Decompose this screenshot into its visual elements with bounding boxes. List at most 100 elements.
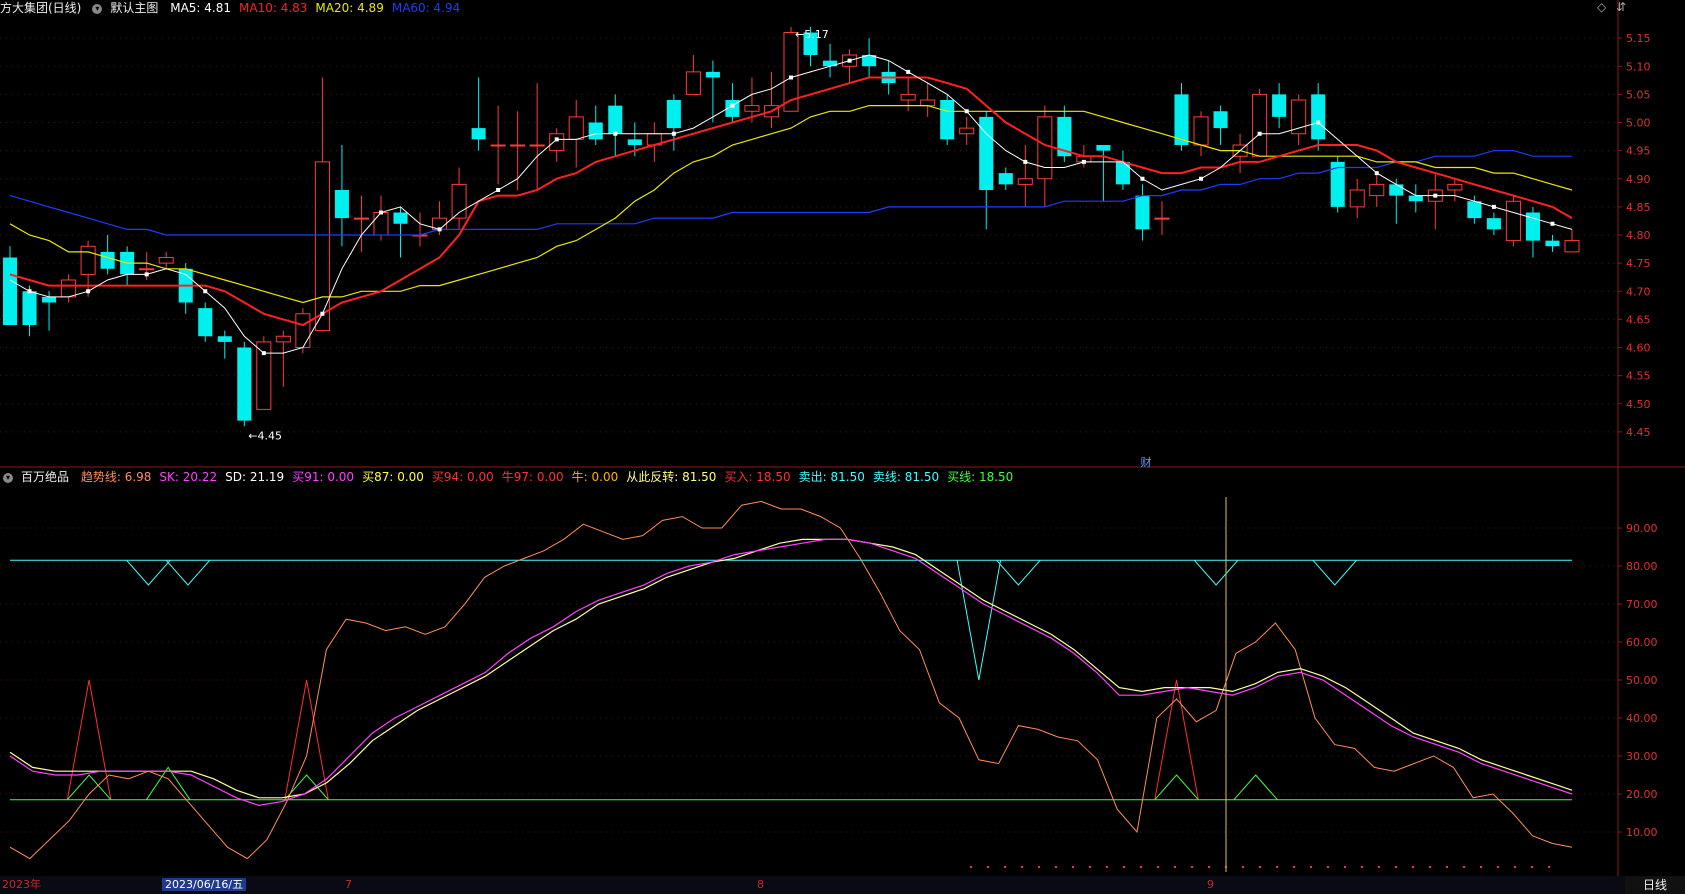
candle-body: [1272, 94, 1287, 117]
indicator-dot-marker: [1293, 866, 1295, 868]
indicator-circle-icon[interactable]: ▾: [3, 472, 13, 483]
candle-body: [510, 144, 526, 147]
ma5-marker: [789, 75, 793, 80]
price-tick-label: 4.85: [1626, 201, 1651, 214]
candle-body: [1349, 189, 1365, 208]
ma5-marker: [671, 131, 676, 136]
indicator-legend-item: 买87: 0.00: [362, 470, 424, 484]
candle-body: [334, 190, 349, 219]
template-label[interactable]: 默认主图: [110, 1, 158, 15]
indicator-dot-marker: [1463, 866, 1465, 868]
sell-signal: [1193, 559, 1239, 586]
indicator-tick-label: 80.00: [1626, 560, 1658, 573]
low-annotation: ←4.45: [248, 429, 282, 442]
candle-body: [823, 60, 838, 67]
candle-body: [100, 251, 115, 269]
sd-line: [9, 538, 1573, 799]
indicator-dot-marker: [1344, 866, 1346, 868]
ma5-marker: [1433, 193, 1438, 198]
price-tick-label: 5.00: [1626, 117, 1651, 130]
settings-circle-icon[interactable]: ▾: [92, 3, 103, 14]
ma-legend: MA5: 4.81 MA10: 4.83 MA20: 4.89 MA60: 4.94: [170, 1, 468, 15]
candle-body: [900, 93, 916, 101]
indicator-tick-label: 90.00: [1626, 522, 1658, 535]
indicator-tick-label: 60.00: [1626, 636, 1658, 649]
candle-body: [608, 105, 623, 134]
sell-signal: [956, 560, 1002, 681]
indicator-dot-marker: [1072, 866, 1074, 868]
indicator-dot-marker: [1378, 866, 1380, 868]
candle-body: [1135, 195, 1150, 230]
indicator-dot-marker: [1123, 866, 1125, 868]
candle-body: [1369, 183, 1385, 197]
ma5-marker: [1023, 159, 1028, 164]
candle-body: [588, 122, 603, 140]
ma5-marker: [86, 289, 91, 294]
indicator-dot-marker: [1429, 866, 1431, 868]
candle-body: [568, 116, 584, 140]
price-tick-label: 4.50: [1626, 398, 1651, 411]
indicator-dot-marker: [1140, 866, 1142, 868]
indicator-dot-marker: [970, 866, 972, 868]
indicator-tick-label: 30.00: [1626, 750, 1658, 763]
indicator-dot-marker: [987, 866, 989, 868]
candle-body: [80, 245, 96, 275]
ma5-marker: [1374, 171, 1379, 176]
indicator-dot-marker: [1276, 866, 1278, 868]
diamond-icon[interactable]: ◇: [1597, 0, 1606, 14]
period-button[interactable]: 日线: [1625, 876, 1685, 894]
ma5-marker: [847, 58, 852, 63]
buy-line-signal: [146, 766, 191, 800]
ma-legend-item: MA5: 4.81: [170, 1, 231, 15]
price-tick-label: 4.65: [1626, 313, 1651, 326]
candle-body: [627, 139, 642, 145]
ma5-marker: [496, 188, 501, 192]
indicator-legend-item: 牛: 0.00: [571, 470, 619, 484]
buy-signal: [66, 679, 112, 800]
price-tick-label: 4.55: [1626, 370, 1651, 383]
candle-body: [920, 99, 936, 107]
price-tick-label: 4.80: [1626, 229, 1651, 242]
indicator-legend-item: 趋势线: 6.98: [80, 470, 152, 484]
sell-signal: [126, 559, 171, 586]
ma5-marker: [378, 210, 383, 215]
chart-area: 5.15 5.10 5.05 5.00 4.95 4.90 4.85 4.80 4.75 4.70…: [0, 0, 1685, 879]
candle-body: [198, 308, 213, 337]
candle-body: [353, 217, 369, 220]
indicator-dot-marker: [1021, 866, 1023, 868]
chart-svg: 5.15 5.10 5.05 5.00 4.95 4.90 4.85 4.80 4.75 4.70…: [0, 0, 1685, 876]
candle-body: [549, 133, 565, 152]
indicator-dot-marker: [1208, 866, 1210, 868]
price-tick-label: 4.95: [1626, 145, 1651, 158]
candle-body: [217, 336, 232, 342]
buy-line-signal: [66, 774, 112, 801]
candle-body: [1252, 93, 1268, 157]
price-tick-label: 5.15: [1626, 32, 1651, 45]
swap-icon[interactable]: ⇵: [1616, 0, 1626, 14]
indicator-legend-item: 卖出: 81.50: [798, 470, 865, 484]
indicator-name[interactable]: 百万绝品: [21, 470, 69, 484]
candle-body: [42, 296, 57, 303]
ma5-marker: [906, 69, 911, 74]
candle-body: [275, 335, 291, 343]
stock-title[interactable]: 方大集团(日线): [0, 1, 81, 15]
ma-legend-item: MA20: 4.89: [315, 1, 384, 15]
ma5-marker: [964, 109, 969, 114]
sk-line: [9, 538, 1573, 807]
price-tick-label: 5.05: [1626, 88, 1651, 101]
date-label-year: 2023年: [2, 878, 41, 891]
candle-body: [1291, 99, 1307, 135]
candle-body: [1193, 116, 1209, 146]
indicator-tick-label: 50.00: [1626, 674, 1658, 687]
indicator-dot-marker: [1446, 866, 1448, 868]
indicator-legend-item: 买入: 18.50: [724, 470, 791, 484]
price-tick-label: 4.60: [1626, 342, 1651, 355]
ma5-marker: [1316, 120, 1321, 125]
indicator-legend: 趋势线: 6.98 SK: 20.22 SD: 21.19 买91: 0.00 买87:…: [81, 470, 1021, 484]
ma5-marker: [261, 351, 266, 356]
ma5-marker: [730, 103, 735, 108]
indicator-dot-marker: [1531, 866, 1533, 868]
sell-signal: [165, 559, 211, 586]
date-label-cursor: 2023/06/16/五: [162, 877, 247, 893]
candle-body: [373, 212, 389, 236]
